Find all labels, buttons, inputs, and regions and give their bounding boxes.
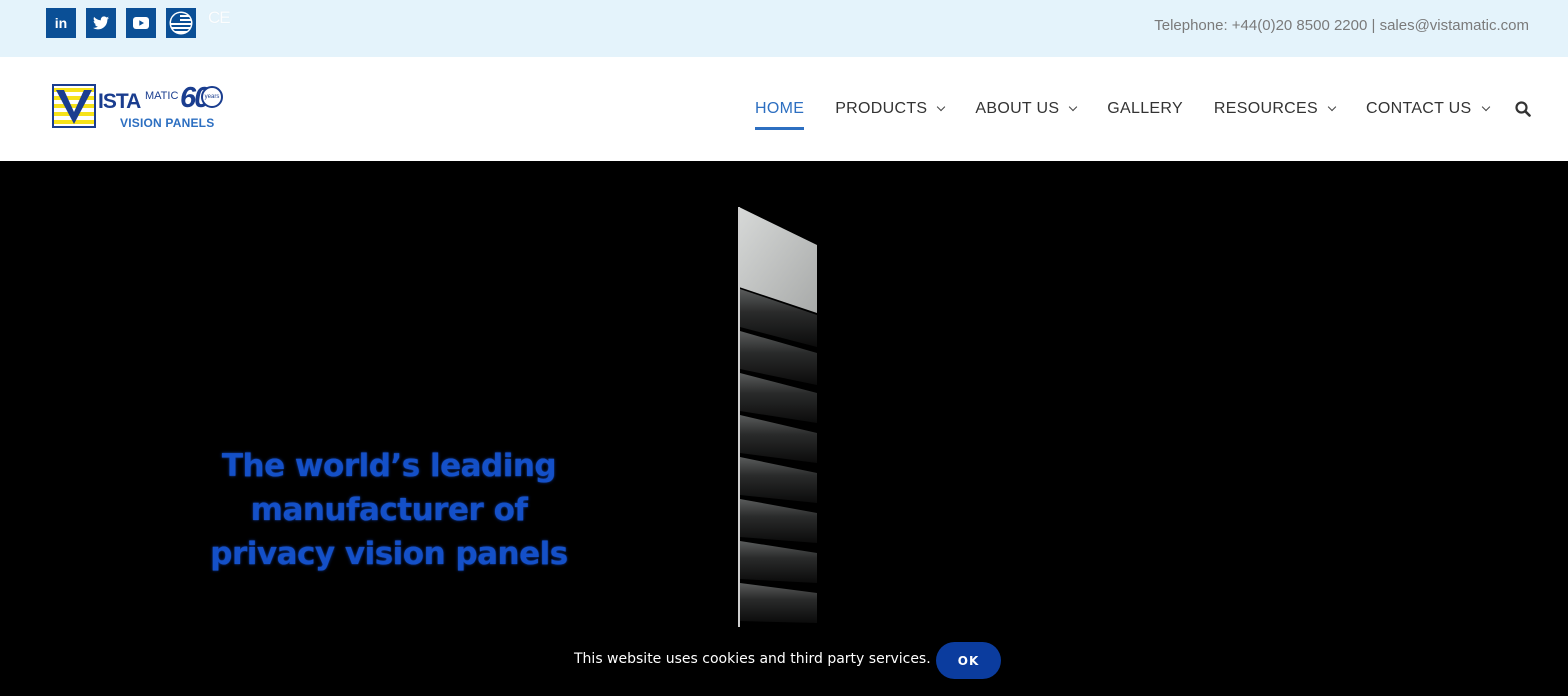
panel-slats [740,289,817,623]
logo-brand: ISTA [98,90,141,113]
nav-gallery[interactable]: GALLERY [1107,97,1183,121]
nav-about-us[interactable]: ABOUT US [975,97,1078,121]
nav-about-us-label: ABOUT US [975,100,1060,117]
youtube-icon[interactable] [126,8,156,38]
chevron-down-icon [937,102,946,112]
usa-flag-icon[interactable] [166,8,196,38]
vision-panel-image [738,207,817,627]
hero-tagline-line3: privacy vision panels [210,536,568,572]
nav-contact-us-label: CONTACT US [1365,100,1472,117]
main-nav: HOME PRODUCTS ABOUT US GALLERY RESOURCES… [755,97,1520,130]
nav-gallery-label: GALLERY [1107,100,1183,117]
chevron-down-icon [1327,102,1337,112]
hero-banner: The world’s leading manufacturer of priv… [0,161,1568,696]
nav-resources[interactable]: RESOURCES [1213,97,1337,121]
site-header: ISTA MATIC 60 years VISION PANELS HOME P… [0,57,1568,161]
linkedin-icon[interactable]: in [46,8,76,38]
hero-tagline-line1: The world’s leading [221,448,557,484]
ce-mark: CE [208,8,231,27]
nav-home-label: HOME [755,100,805,117]
hero-tagline: The world’s leading manufacturer of priv… [200,444,578,576]
chevron-down-icon [1481,102,1490,112]
social-links: in [46,8,196,38]
search-icon[interactable] [1514,100,1532,118]
chevron-down-icon [1069,102,1078,112]
nav-home[interactable]: HOME [755,97,805,130]
cookie-notice-text: This website uses cookies and third part… [574,651,931,667]
nav-products-label: PRODUCTS [835,100,928,117]
logo-anniversary-badge: years [201,86,223,108]
nav-contact-us[interactable]: CONTACT US [1365,97,1490,121]
nav-resources-label: RESOURCES [1213,100,1318,117]
logo-subtitle: VISION PANELS [120,116,215,130]
logo-anniversary-sub: years [204,94,220,100]
logo-brand-suffix: MATIC [145,90,179,102]
cookie-ok-button[interactable]: OK [936,642,1001,679]
twitter-icon[interactable] [86,8,116,38]
nav-products[interactable]: PRODUCTS [835,97,946,121]
contact-info[interactable]: Telephone: +44(0)20 8500 2200 | sales@vi… [1154,17,1529,34]
top-bar: in CE Telephone: +44(0)20 8500 2200 | sa… [0,0,1568,57]
linkedin-label: in [54,15,68,31]
hero-tagline-line2: manufacturer of [250,492,528,528]
vistamatic-logo[interactable]: ISTA MATIC 60 years VISION PANELS [52,82,227,134]
